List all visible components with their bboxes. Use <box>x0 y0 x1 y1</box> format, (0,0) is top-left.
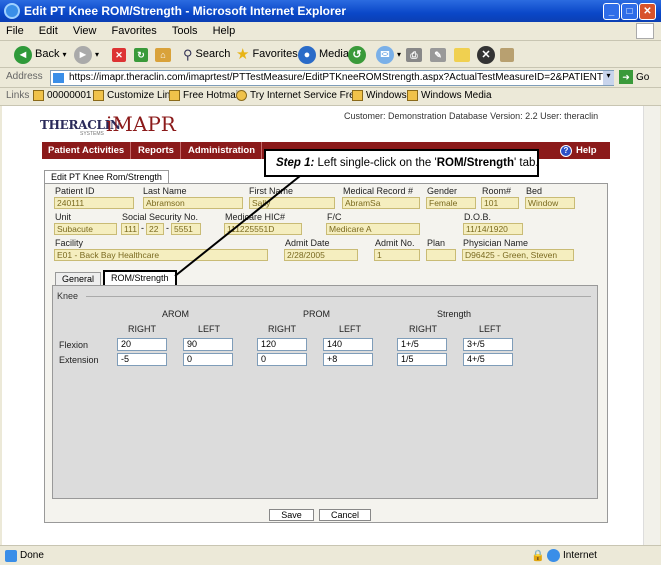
status-text: Done <box>20 550 44 561</box>
callout-step: Step 1: <box>276 157 315 169</box>
page-done-icon <box>5 550 17 562</box>
instruction-callout: Step 1: Left single-click on the 'ROM/St… <box>264 149 539 177</box>
callout-end: ' tab. <box>514 157 539 169</box>
callout-text: Left single-click on the ' <box>314 157 437 169</box>
status-zone: Internet <box>563 550 597 561</box>
status-bar: Done 🔒 Internet <box>0 545 661 565</box>
callout-target: ROM/Strength <box>436 157 515 169</box>
callout-pointer <box>174 175 301 277</box>
internet-zone-icon <box>547 549 560 562</box>
lock-icon: 🔒 <box>531 550 545 562</box>
